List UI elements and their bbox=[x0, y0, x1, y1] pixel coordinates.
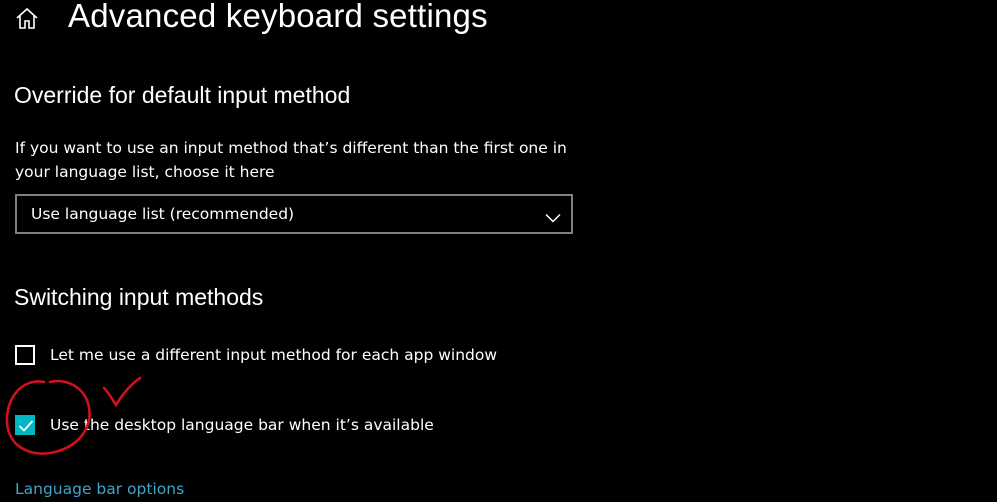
chevron-down-icon bbox=[545, 208, 561, 223]
section-heading-override: Override for default input method bbox=[14, 82, 351, 108]
per-app-input-method-label[interactable]: Let me use a different input method for … bbox=[50, 345, 497, 365]
desktop-language-bar-label[interactable]: Use the desktop language bar when it’s a… bbox=[50, 415, 434, 435]
per-app-input-method-checkbox[interactable] bbox=[15, 345, 35, 365]
section-heading-switching: Switching input methods bbox=[14, 284, 264, 310]
input-method-dropdown[interactable]: Use language list (recommended) bbox=[15, 194, 573, 234]
override-description: If you want to use an input method that’… bbox=[15, 139, 567, 181]
page-title: Advanced keyboard settings bbox=[68, 0, 488, 34]
dropdown-selected-value: Use language list (recommended) bbox=[31, 205, 295, 223]
checkmark-icon bbox=[18, 420, 34, 432]
home-icon[interactable] bbox=[14, 6, 40, 30]
language-bar-options-link[interactable]: Language bar options bbox=[15, 479, 184, 499]
desktop-language-bar-checkbox[interactable] bbox=[15, 415, 35, 435]
